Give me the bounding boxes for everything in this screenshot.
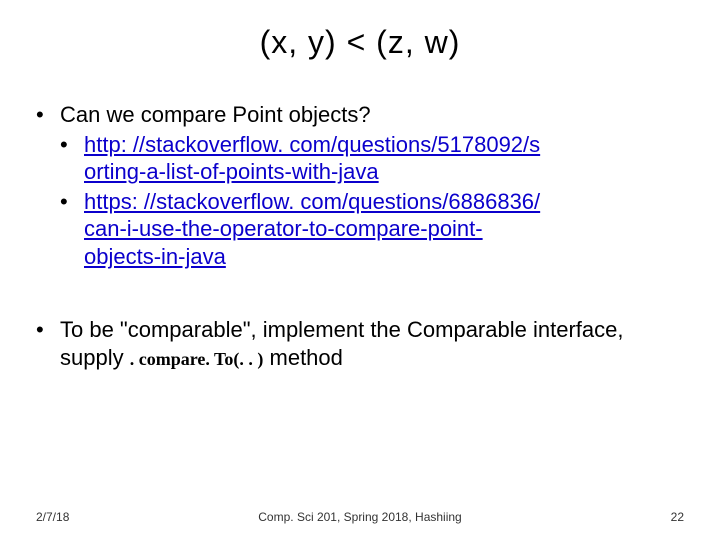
list-item: https: //stackoverflow. com/questions/68… — [60, 188, 684, 271]
stackoverflow-link[interactable]: https: //stackoverflow. com/questions/68… — [84, 189, 540, 269]
link-text: objects-in-java — [84, 244, 226, 269]
list-item: Can we compare Point objects? http: //st… — [36, 101, 684, 270]
list-item: To be "comparable", implement the Compar… — [36, 316, 684, 371]
stackoverflow-link[interactable]: http: //stackoverflow. com/questions/517… — [84, 132, 540, 185]
question-text: Can we compare Point objects? — [60, 102, 371, 127]
slide-title: (x, y) < (z, w) — [36, 24, 684, 61]
bullet-list: To be "comparable", implement the Compar… — [36, 316, 684, 371]
link-text: http: //stackoverflow. com/questions/517… — [84, 132, 540, 157]
link-text: https: //stackoverflow. com/questions/68… — [84, 189, 540, 214]
footer-page-number: 22 — [671, 510, 684, 524]
footer-course: Comp. Sci 201, Spring 2018, Hashiing — [0, 510, 720, 524]
link-text: can-i-use-the-operator-to-compare-point- — [84, 216, 483, 241]
list-item: http: //stackoverflow. com/questions/517… — [60, 131, 684, 186]
link-text: orting-a-list-of-points-with-java — [84, 159, 379, 184]
comparable-text: method — [263, 345, 343, 370]
sub-bullet-list: http: //stackoverflow. com/questions/517… — [60, 131, 684, 271]
method-name: . compare. To(. . ) — [130, 349, 264, 369]
bullet-list: Can we compare Point objects? http: //st… — [36, 101, 684, 270]
